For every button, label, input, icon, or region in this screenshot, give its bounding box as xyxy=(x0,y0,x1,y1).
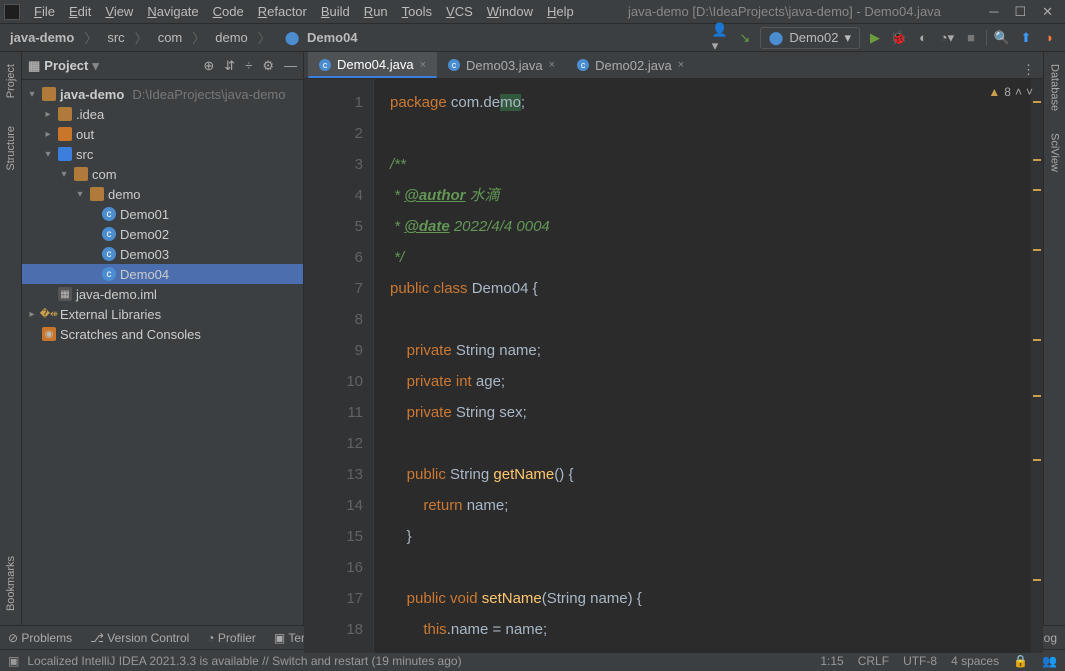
nav-bar: java-demo〉src〉com〉demo〉⬤ Demo04 👤▾ ↘ ⬤ D… xyxy=(0,24,1065,52)
warning-icon: ▲ xyxy=(988,85,1000,99)
search-icon[interactable]: 🔍 xyxy=(993,29,1011,47)
menu-code[interactable]: Code xyxy=(207,2,250,21)
tab-project[interactable]: Project xyxy=(3,60,19,102)
crumb-demo04[interactable]: ⬤ Demo04 xyxy=(277,28,362,48)
menu-window[interactable]: Window xyxy=(481,2,539,21)
status-tool-icon[interactable]: ▣ xyxy=(8,654,19,668)
code-editor[interactable]: 123456789101112131415161718 package com.… xyxy=(304,79,1043,653)
menu-file[interactable]: File xyxy=(28,2,61,21)
code-content[interactable]: package com.demo; /** * @author 水滴 * @da… xyxy=(374,79,1031,653)
chevron-down-icon: ▾ xyxy=(844,30,851,46)
title-bar: FileEditViewNavigateCodeRefactorBuildRun… xyxy=(0,0,1065,24)
debug-icon[interactable]: 🐞 xyxy=(890,29,908,47)
tab-bookmarks[interactable]: Bookmarks xyxy=(3,552,19,615)
tree-iml[interactable]: ▦java-demo.iml xyxy=(22,284,303,304)
menu-run[interactable]: Run xyxy=(358,2,394,21)
tree-com[interactable]: ▾com xyxy=(22,164,303,184)
tree-class-demo04[interactable]: cDemo04 xyxy=(22,264,303,284)
tree-scratches[interactable]: ◉Scratches and Consoles xyxy=(22,324,303,344)
chevron-up-icon[interactable]: ˄ xyxy=(1015,85,1022,99)
tab-database[interactable]: Database xyxy=(1047,60,1063,115)
window-title: java-demo [D:\IdeaProjects\java-demo] - … xyxy=(580,4,989,19)
crumb-demo[interactable]: demo xyxy=(211,28,252,47)
menu-refactor[interactable]: Refactor xyxy=(252,2,313,21)
menu-build[interactable]: Build xyxy=(315,2,356,21)
gutter[interactable]: 123456789101112131415161718 xyxy=(304,79,374,653)
collapse-all-icon[interactable]: ÷ xyxy=(245,58,252,74)
tab-problems[interactable]: ⊘ Problems xyxy=(8,631,72,645)
stop-icon[interactable]: ■ xyxy=(962,29,980,47)
tree-src[interactable]: ▾src xyxy=(22,144,303,164)
status-ide-icon[interactable]: 👥 xyxy=(1042,654,1057,668)
tree-root[interactable]: ▾ java-demo D:\IdeaProjects\java-demo xyxy=(22,84,303,104)
menu-edit[interactable]: Edit xyxy=(63,2,97,21)
tree-out[interactable]: ▸out xyxy=(22,124,303,144)
tab-structure[interactable]: Structure xyxy=(3,122,19,175)
editor-tabs: cDemo04.java×cDemo03.java×cDemo02.java× ⋮ xyxy=(304,52,1043,79)
chevron-down-icon: ▾ xyxy=(92,58,99,74)
inspections-widget[interactable]: ▲ 8 ˄ ˅ xyxy=(988,85,1033,99)
menu-view[interactable]: View xyxy=(99,2,139,21)
settings-gear-icon[interactable]: ⚙ xyxy=(262,58,274,74)
status-indent[interactable]: 4 spaces xyxy=(951,654,999,668)
left-tool-rail: Project Structure Bookmarks xyxy=(0,52,22,625)
minimize-button[interactable]: ─ xyxy=(989,4,998,20)
warning-count: 8 xyxy=(1004,85,1011,99)
project-sidebar: ▦ Project ▾ ⊕ ⇵ ÷ ⚙ — ▾ java-demo D:\Ide… xyxy=(22,52,304,625)
maximize-button[interactable]: ☐ xyxy=(1014,4,1026,20)
add-config-icon[interactable]: 👤▾ xyxy=(712,29,730,47)
run-icon[interactable]: ▶ xyxy=(866,29,884,47)
close-icon[interactable]: × xyxy=(678,59,684,71)
select-opened-icon[interactable]: ⊕ xyxy=(203,58,214,74)
app-logo-icon xyxy=(4,4,20,20)
menu-vcs[interactable]: VCS xyxy=(440,2,479,21)
status-line-ending[interactable]: CRLF xyxy=(858,654,889,668)
tree-idea[interactable]: ▸.idea xyxy=(22,104,303,124)
run-config-label: Demo02 xyxy=(789,30,838,45)
tab-sciview[interactable]: SciView xyxy=(1047,129,1063,176)
build-hammer-icon[interactable]: ↘ xyxy=(736,29,754,47)
tree-class-demo03[interactable]: cDemo03 xyxy=(22,244,303,264)
editor-tab-demo04-java[interactable]: cDemo04.java× xyxy=(308,52,437,78)
tree-class-demo01[interactable]: cDemo01 xyxy=(22,204,303,224)
expand-all-icon[interactable]: ⇵ xyxy=(224,58,235,74)
crumb-src[interactable]: src xyxy=(103,28,128,47)
editor-tab-demo03-java[interactable]: cDemo03.java× xyxy=(437,52,566,78)
coverage-icon[interactable]: ◐ xyxy=(914,29,932,47)
tab-vcs[interactable]: ⎇ Version Control xyxy=(90,631,189,645)
tree-libs[interactable]: ▸�⇺External Libraries xyxy=(22,304,303,324)
status-lock-icon[interactable]: 🔒 xyxy=(1013,654,1028,668)
project-tree[interactable]: ▾ java-demo D:\IdeaProjects\java-demo ▸.… xyxy=(22,80,303,625)
tabs-more-icon[interactable]: ⋮ xyxy=(1014,62,1043,78)
ide-icon[interactable]: ◗ xyxy=(1041,29,1059,47)
menu-navigate[interactable]: Navigate xyxy=(141,2,204,21)
run-config-selector[interactable]: ⬤ Demo02 ▾ xyxy=(760,27,860,49)
tab-profiler[interactable]: ◔ Profiler xyxy=(207,631,256,645)
editor-tab-demo02-java[interactable]: cDemo02.java× xyxy=(566,52,695,78)
profile-icon[interactable]: ◔▾ xyxy=(938,29,956,47)
main-menu: FileEditViewNavigateCodeRefactorBuildRun… xyxy=(28,2,580,21)
close-icon[interactable]: × xyxy=(549,59,555,71)
menu-tools[interactable]: Tools xyxy=(396,2,438,21)
status-caret-pos[interactable]: 1:15 xyxy=(820,654,843,668)
project-tool-title[interactable]: ▦ Project ▾ xyxy=(28,58,99,74)
update-icon[interactable]: ⬆ xyxy=(1017,29,1035,47)
error-stripe[interactable] xyxy=(1031,79,1043,653)
status-message[interactable]: Localized IntelliJ IDEA 2021.3.3 is avai… xyxy=(27,654,461,668)
tree-class-demo02[interactable]: cDemo02 xyxy=(22,224,303,244)
chevron-down-icon[interactable]: ˅ xyxy=(1026,85,1033,99)
crumb-com[interactable]: com xyxy=(154,28,187,47)
menu-help[interactable]: Help xyxy=(541,2,580,21)
breadcrumb[interactable]: java-demo〉src〉com〉demo〉⬤ Demo04 xyxy=(6,26,362,49)
crumb-java-demo[interactable]: java-demo xyxy=(6,28,78,47)
close-button[interactable]: ✕ xyxy=(1042,4,1053,20)
hide-icon[interactable]: — xyxy=(284,58,297,74)
right-tool-rail: Database SciView xyxy=(1043,52,1065,625)
close-icon[interactable]: × xyxy=(420,59,426,71)
tree-demo[interactable]: ▾demo xyxy=(22,184,303,204)
status-encoding[interactable]: UTF-8 xyxy=(903,654,937,668)
